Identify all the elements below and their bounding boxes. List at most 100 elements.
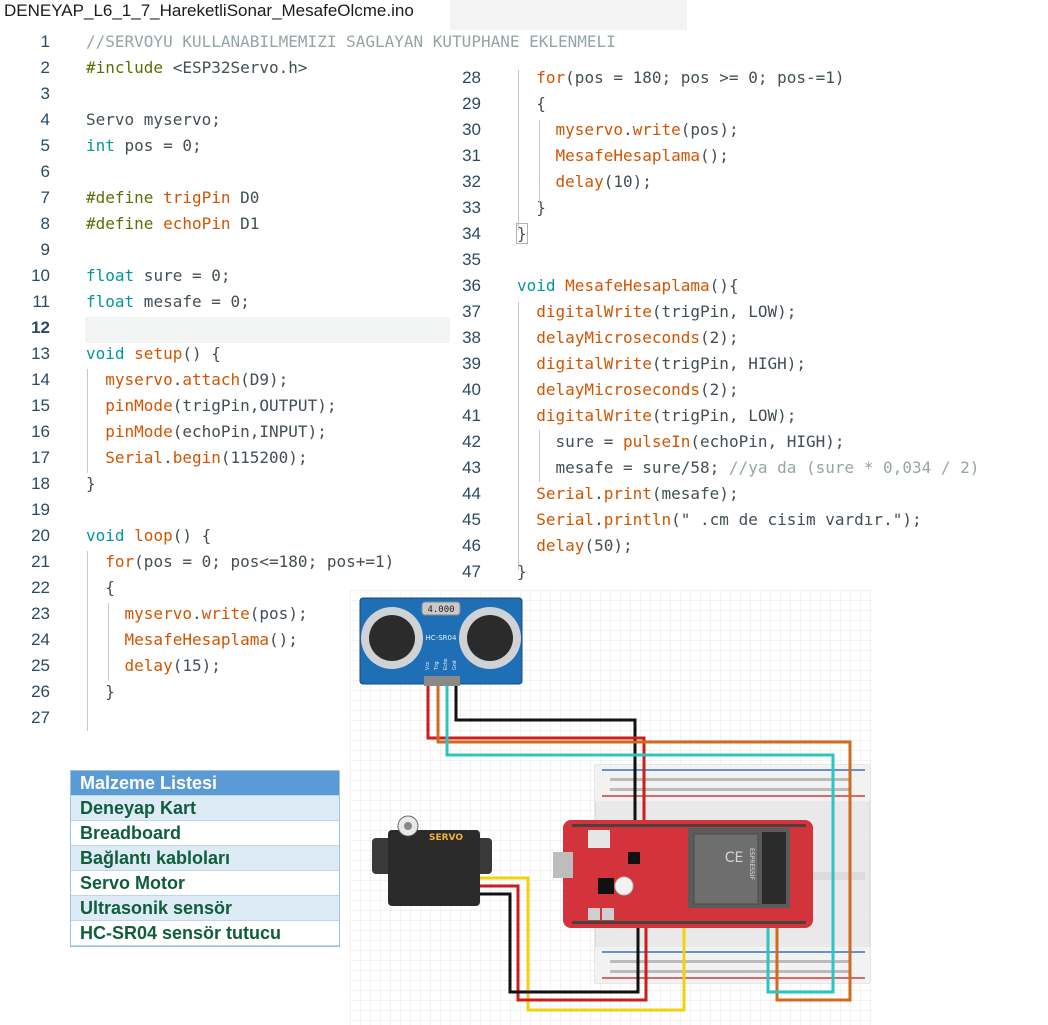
line-number: 9 — [40, 240, 50, 259]
code-line[interactable]: //SERVOYU KULLANABILMEMIZI SAGLAYAN KUTU… — [86, 32, 616, 51]
code-line[interactable]: for(pos = 180; pos >= 0; pos-=1) — [517, 68, 844, 87]
code-line[interactable]: void loop() { — [86, 526, 211, 545]
line-number: 2 — [40, 58, 50, 77]
code-line[interactable]: mesafe = sure/58; //ya da (sure * 0,034 … — [517, 458, 980, 477]
module-brand-label: ESPRESSIF — [748, 848, 755, 881]
code-line[interactable]: pinMode(trigPin,OUTPUT); — [86, 396, 336, 415]
current-line-highlight — [85, 317, 450, 343]
code-line[interactable]: digitalWrite(trigPin, LOW); — [517, 406, 796, 425]
code-line[interactable]: delay(50); — [517, 536, 632, 555]
materials-item: Deneyap Kart — [71, 796, 339, 821]
line-number: 16 — [31, 422, 50, 441]
code-line[interactable]: Serial.print(mesafe); — [517, 484, 738, 503]
code-line[interactable]: for(pos = 0; pos<=180; pos+=1) — [86, 552, 394, 571]
code-line[interactable]: } — [86, 682, 115, 701]
line-number: 42 — [462, 432, 481, 451]
line-number: 33 — [462, 198, 481, 217]
line-number: 27 — [31, 708, 50, 727]
line-number: 40 — [462, 380, 481, 399]
materials-item: Ultrasonik sensör — [71, 896, 339, 921]
ultrasonic-sensor: 4.000 HC-SR04 Vcc Trig Echo Gnd — [359, 597, 523, 686]
indent-guide — [87, 551, 88, 731]
line-number: 4 — [40, 110, 50, 129]
line-number: 23 — [31, 604, 50, 623]
code-line[interactable]: #include <ESP32Servo.h> — [86, 58, 308, 77]
line-number: 38 — [462, 328, 481, 347]
line-number: 47 — [462, 562, 481, 581]
tab-bar-filler — [450, 0, 687, 30]
code-line[interactable]: void MesafeHesaplama(){ — [517, 276, 739, 295]
sensor-crystal-label: 4.000 — [427, 605, 454, 615]
line-number: 35 — [462, 250, 481, 269]
code-line[interactable]: delayMicroseconds(2); — [517, 328, 738, 347]
code-line[interactable]: MesafeHesaplama(); — [86, 630, 298, 649]
sensor-pin-label: Echo — [443, 658, 449, 670]
code-line[interactable]: float mesafe = 0; — [86, 292, 250, 311]
code-line[interactable]: myservo.write(pos); — [86, 604, 308, 623]
code-line[interactable]: delayMicroseconds(2); — [517, 380, 738, 399]
line-number: 22 — [31, 578, 50, 597]
line-number: 34 — [462, 224, 481, 243]
code-line[interactable]: #define echoPin D1 — [86, 214, 259, 233]
code-line[interactable]: digitalWrite(trigPin, HIGH); — [517, 354, 806, 373]
code-line[interactable]: void setup() { — [86, 344, 221, 363]
code-line[interactable]: #define trigPin D0 — [86, 188, 259, 207]
code-line[interactable]: { — [86, 578, 115, 597]
code-line[interactable]: sure = pulseIn(echoPin, HIGH); — [517, 432, 845, 451]
line-number: 5 — [40, 136, 50, 155]
line-number: 46 — [462, 536, 481, 555]
line-number: 26 — [31, 682, 50, 701]
line-number: 39 — [462, 354, 481, 373]
deneyap-board: CE ESPRESSIF — [553, 820, 813, 928]
materials-item: Breadboard — [71, 821, 339, 846]
code-line[interactable]: Servo myservo; — [86, 110, 221, 129]
indent-guide — [518, 302, 519, 570]
line-number: 36 — [462, 276, 481, 295]
line-number: 28 — [462, 68, 481, 87]
code-line[interactable]: { — [517, 94, 546, 113]
line-number: 25 — [31, 656, 50, 675]
code-line[interactable]: delay(15); — [86, 656, 221, 675]
indent-guide — [539, 120, 540, 202]
indent-guide — [518, 70, 519, 230]
board-ce-label: CE — [725, 850, 744, 866]
line-number: 14 — [31, 370, 50, 389]
tab-bar: DENEYAP_L6_1_7_HareketliSonar_MesafeOlcm… — [0, 0, 1048, 30]
materials-item: Servo Motor — [71, 871, 339, 896]
servo-label: SERVO — [429, 833, 463, 843]
code-line[interactable]: myservo.write(pos); — [517, 120, 739, 139]
materials-item: Bağlantı kabloları — [71, 846, 339, 871]
line-number: 3 — [40, 84, 50, 103]
line-number: 17 — [31, 448, 50, 467]
line-number: 20 — [31, 526, 50, 545]
indent-guide — [108, 603, 109, 681]
line-number: 43 — [462, 458, 481, 477]
line-number: 41 — [462, 406, 481, 425]
code-line[interactable]: Serial.begin(115200); — [86, 448, 307, 467]
line-number: 1 — [40, 32, 50, 51]
code-line[interactable]: } — [86, 474, 96, 493]
code-line[interactable]: float sure = 0; — [86, 266, 231, 285]
line-number: 6 — [40, 162, 50, 181]
line-number: 18 — [31, 474, 50, 493]
line-number: 44 — [462, 484, 481, 503]
code-line[interactable]: delay(10); — [517, 172, 652, 191]
code-line[interactable]: int pos = 0; — [86, 136, 202, 155]
code-line[interactable]: Serial.println(" .cm de cisim vardır."); — [517, 510, 921, 529]
line-number: 15 — [31, 396, 50, 415]
line-number: 32 — [462, 172, 481, 191]
code-line[interactable]: digitalWrite(trigPin, LOW); — [517, 302, 796, 321]
materials-list: Malzeme Listesi Deneyap Kart Breadboard … — [70, 770, 340, 947]
code-line[interactable]: myservo.attach(D9); — [86, 370, 288, 389]
code-line[interactable]: } — [517, 198, 546, 217]
line-number: 21 — [31, 552, 50, 571]
sensor-model-label: HC-SR04 — [426, 634, 457, 642]
code-line[interactable]: pinMode(echoPin,INPUT); — [86, 422, 327, 441]
line-number: 24 — [31, 630, 50, 649]
code-line[interactable]: MesafeHesaplama(); — [517, 146, 729, 165]
file-tab[interactable]: DENEYAP_L6_1_7_HareketliSonar_MesafeOlcm… — [0, 0, 418, 30]
sensor-pin-label: Trig — [434, 661, 440, 670]
line-number: 19 — [31, 500, 50, 519]
line-number: 13 — [31, 344, 50, 363]
line-number: 37 — [462, 302, 481, 321]
